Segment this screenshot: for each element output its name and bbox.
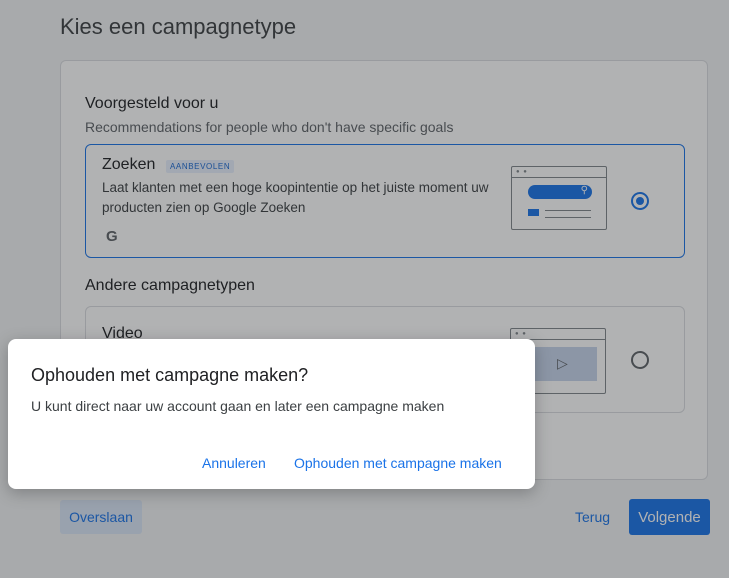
- dialog-title: Ophouden met campagne maken?: [31, 365, 309, 385]
- stop-campaign-dialog: Ophouden met campagne maken? U kunt dire…: [8, 339, 535, 489]
- cancel-button[interactable]: Annuleren: [202, 455, 266, 471]
- stop-campaign-button[interactable]: Ophouden met campagne maken: [294, 455, 502, 471]
- modal-scrim: [0, 0, 729, 578]
- dialog-body: U kunt direct naar uw account gaan en la…: [31, 398, 445, 414]
